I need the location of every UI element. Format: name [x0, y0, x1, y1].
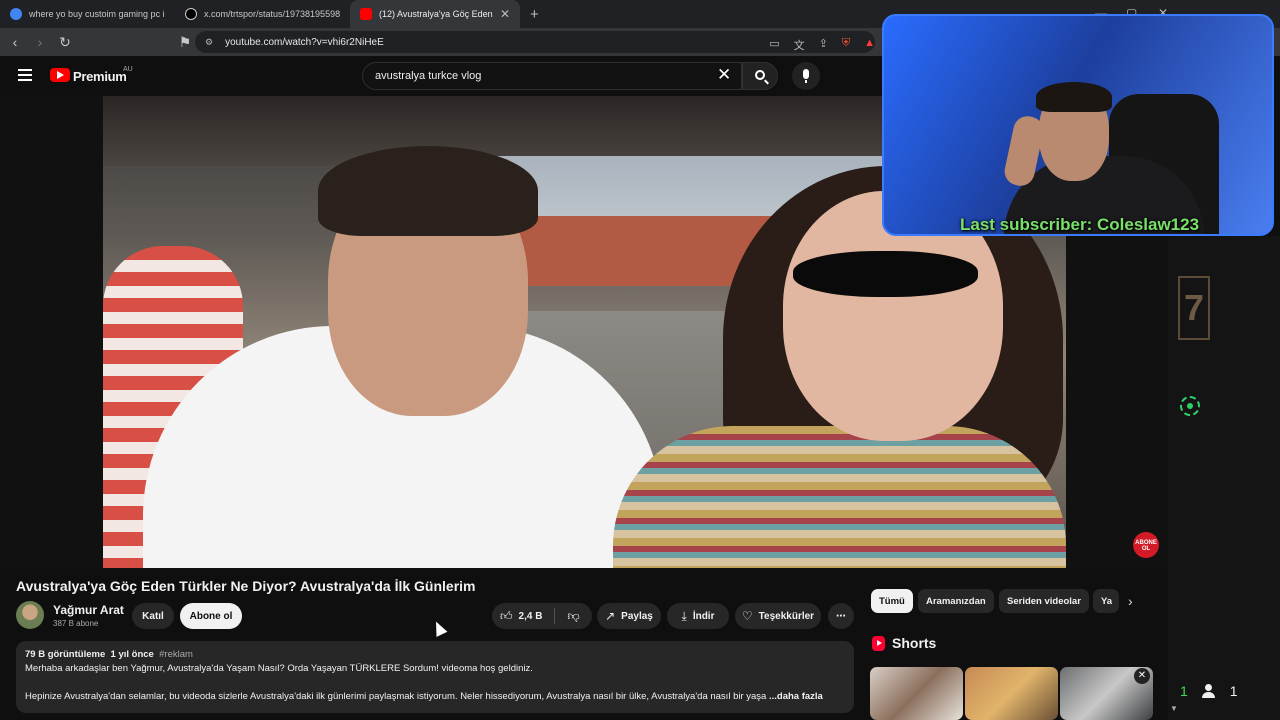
chip-all[interactable]: Tümü	[871, 589, 913, 613]
green-gear-icon	[1180, 396, 1200, 416]
cast-icon[interactable]: ▭	[769, 37, 779, 53]
rewards-icon[interactable]: ▲	[864, 37, 875, 53]
streamer-hair	[1036, 82, 1112, 112]
bookmark-icon[interactable]: ⚑	[175, 34, 195, 51]
menu-icon[interactable]	[18, 69, 32, 81]
video-scene-sunglasses	[793, 251, 978, 297]
download-icon: ⤓	[681, 608, 687, 623]
youtube-logo-icon[interactable]	[50, 68, 70, 82]
google-icon	[10, 8, 22, 20]
short-thumbnail[interactable]	[870, 667, 963, 720]
search-input[interactable]: avustralya turkce vlog	[362, 62, 742, 90]
brave-shield-icon[interactable]: ⛨	[842, 37, 850, 53]
follower-count: 1	[1180, 683, 1188, 699]
search-button[interactable]	[742, 62, 778, 90]
video-scene-sweater	[613, 426, 1066, 568]
show-more-link[interactable]: ...daha fazla	[769, 691, 823, 702]
description-box[interactable]: 79 B görüntüleme 1 yıl önce #reklam Merh…	[16, 641, 854, 713]
close-tab-icon[interactable]: ✕	[500, 7, 510, 21]
tab-title: where yo buy custoim gaming pc in	[29, 9, 165, 19]
site-info-icon[interactable]: ⚙	[205, 37, 213, 48]
search-icon	[755, 70, 765, 80]
omnibox-actions: ▭ 文 ⇪ ⛨ ▲	[769, 37, 875, 53]
download-label: İndir	[692, 610, 715, 622]
chevron-right-icon[interactable]: ›	[1128, 593, 1133, 609]
voice-search-button[interactable]	[792, 62, 820, 90]
view-count: 79 B görüntüleme	[25, 649, 106, 660]
short-thumbnail[interactable]	[965, 667, 1058, 720]
chip-related[interactable]: Ya	[1093, 589, 1119, 613]
chip-from-search[interactable]: Aramanızdan	[918, 589, 994, 613]
subscriber-count: 387 B abone	[53, 619, 99, 628]
browser-tab-active[interactable]: (12) Avustralya'ya Göç Eden T ✕	[350, 0, 520, 28]
youtube-icon	[360, 8, 372, 20]
x-icon	[185, 8, 197, 20]
share-button[interactable]: ↗ Paylaş	[597, 603, 661, 629]
url-text: youtube.com/watch?v=vhi6r2NiHeE	[225, 36, 384, 48]
translate-icon[interactable]: 文	[794, 37, 805, 53]
description-line-2: Hepinize Avustralya'dan selamlar, bu vid…	[25, 690, 845, 704]
subscribe-button[interactable]: Abone ol	[180, 603, 242, 629]
viewer-count: 1 1	[1180, 683, 1238, 699]
description-meta: 79 B görüntüleme 1 yıl önce #reklam	[25, 648, 845, 662]
youtube-masthead: Premium AU avustralya turkce vlog ✕	[0, 56, 880, 96]
chip-series[interactable]: Seriden videolar	[999, 589, 1089, 613]
description-text: Hepinize Avustralya'dan selamlar, bu vid…	[25, 691, 767, 702]
video-scene-man-hair	[318, 146, 538, 236]
rank-badge: 7	[1178, 276, 1210, 340]
tab-title: x.com/trtspor/status/197381955984	[204, 9, 340, 19]
dislike-icon[interactable]: 👎︎	[567, 609, 579, 624]
join-button[interactable]: Katıl	[132, 603, 174, 629]
close-icon[interactable]: ✕	[1134, 668, 1150, 684]
share-label: Paylaş	[621, 610, 653, 622]
browser-tab[interactable]: where yo buy custoim gaming pc in	[0, 0, 175, 28]
back-icon[interactable]: ‹	[5, 34, 25, 50]
heart-dollar-icon: ♡	[741, 609, 753, 623]
microphone-icon	[803, 69, 809, 83]
people-icon	[1200, 684, 1218, 698]
browser-tab[interactable]: x.com/trtspor/status/197381955984	[175, 0, 350, 28]
shorts-icon	[872, 636, 885, 651]
mouse-cursor	[430, 619, 448, 637]
youtube-logo-text[interactable]: Premium	[73, 69, 127, 84]
thanks-button[interactable]: ♡ Teşekkürler	[735, 603, 821, 629]
streamer-webcam: Last subscriber: Coleslaw123	[882, 14, 1274, 236]
upload-age: 1 yıl önce	[110, 649, 154, 660]
thanks-label: Teşekkürler	[758, 610, 815, 622]
like-dislike-group: 👍︎ 2,4 B 👎︎	[492, 603, 592, 629]
forward-icon[interactable]: ›	[30, 34, 50, 50]
reload-icon[interactable]: ↻	[55, 34, 75, 51]
description-line: Merhaba arkadaşlar ben Yağmur, Avustraly…	[25, 663, 533, 674]
hashtag-link[interactable]: #reklam	[159, 649, 193, 660]
share-arrow-icon: ↗	[605, 609, 616, 623]
share-icon[interactable]: ⇪	[819, 37, 828, 53]
region-code: AU	[123, 66, 133, 73]
channel-name[interactable]: Yağmur Arat	[53, 603, 124, 617]
more-actions-button[interactable]: ⋯	[828, 603, 854, 629]
video-title: Avustralya'ya Göç Eden Türkler Ne Diyor?…	[16, 578, 476, 594]
like-icon[interactable]: 👍︎	[500, 609, 513, 624]
scroll-down-icon[interactable]: ▼	[1170, 704, 1178, 713]
channel-avatar[interactable]	[16, 601, 44, 629]
shorts-heading: Shorts	[892, 635, 937, 651]
download-button[interactable]: ⤓ İndir	[667, 603, 729, 629]
tab-title: (12) Avustralya'ya Göç Eden T	[379, 9, 493, 19]
viewer-number: 1	[1229, 683, 1238, 699]
last-subscriber-text: Last subscriber: Coleslaw123	[960, 215, 1200, 234]
clear-search-icon[interactable]: ✕	[717, 66, 731, 84]
like-count[interactable]: 2,4 B	[519, 611, 543, 622]
url-field[interactable]: ⚙ youtube.com/watch?v=vhi6r2NiHeE ▭ 文 ⇪ …	[195, 31, 875, 53]
subscribe-watermark[interactable]: ABONE OL	[1133, 532, 1159, 558]
new-tab-button[interactable]: +	[520, 6, 539, 23]
like-divider	[554, 608, 556, 624]
